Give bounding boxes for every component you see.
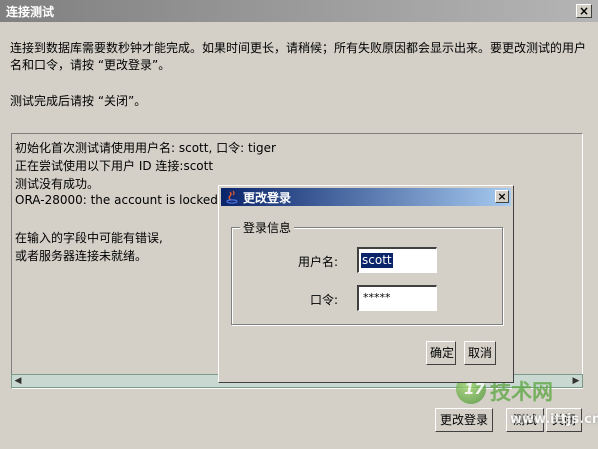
- password-field[interactable]: *****: [357, 285, 437, 311]
- dialog-close-button[interactable]: ×: [495, 190, 509, 203]
- watermark-url: www.ittjs.cn: [510, 412, 598, 427]
- password-value: *****: [363, 291, 391, 304]
- result-line: 正在尝试使用以下用户 ID 连接:scott: [15, 159, 214, 173]
- result-line: 在输入的字段中可能有错误,: [15, 231, 163, 245]
- java-icon: [226, 190, 238, 204]
- change-login-dialog: 更改登录 × 登录信息 用户名: scott 口令: ***** 确定 取消: [218, 185, 514, 383]
- password-label: 口令:: [310, 293, 339, 307]
- scroll-left-arrow-icon[interactable]: ◀: [12, 375, 24, 387]
- connection-test-window: 连接测试 × 连接到数据库需要数秒钟才能完成。如果时间更长，请稍候；所有失败原因…: [0, 0, 598, 449]
- group-label: 登录信息: [240, 219, 295, 236]
- instruction-line-1: 连接到数据库需要数秒钟才能完成。如果时间更长，请稍候；所有失败原因都会显示出来。…: [10, 41, 587, 55]
- username-field[interactable]: scott: [357, 247, 437, 273]
- result-line: 初始化首次测试请使用用户名: scott, 口令: tiger: [15, 141, 276, 155]
- username-label: 用户名:: [298, 255, 339, 269]
- cancel-button[interactable]: 取消: [464, 341, 496, 365]
- result-line: ORA-28000: the account is locked: [15, 193, 218, 207]
- dialog-titlebar: 更改登录 ×: [221, 188, 511, 206]
- instruction-line-2: 名和口令，请按 “更改登录”。: [10, 58, 171, 72]
- result-line: 或者服务器连接未就绪。: [15, 249, 148, 263]
- username-value: scott: [361, 253, 393, 268]
- dialog-title: 更改登录: [243, 191, 292, 205]
- result-line: 测试没有成功。: [15, 177, 100, 191]
- window-titlebar: 连接测试 ×: [0, 0, 598, 22]
- window-close-button[interactable]: ×: [576, 4, 592, 18]
- login-info-group: 登录信息 用户名: scott 口令: *****: [231, 219, 503, 325]
- window-title: 连接测试: [6, 5, 55, 19]
- ok-button[interactable]: 确定: [426, 341, 456, 365]
- instruction-line-3: 测试完成后请按 “关闭”。: [10, 94, 147, 108]
